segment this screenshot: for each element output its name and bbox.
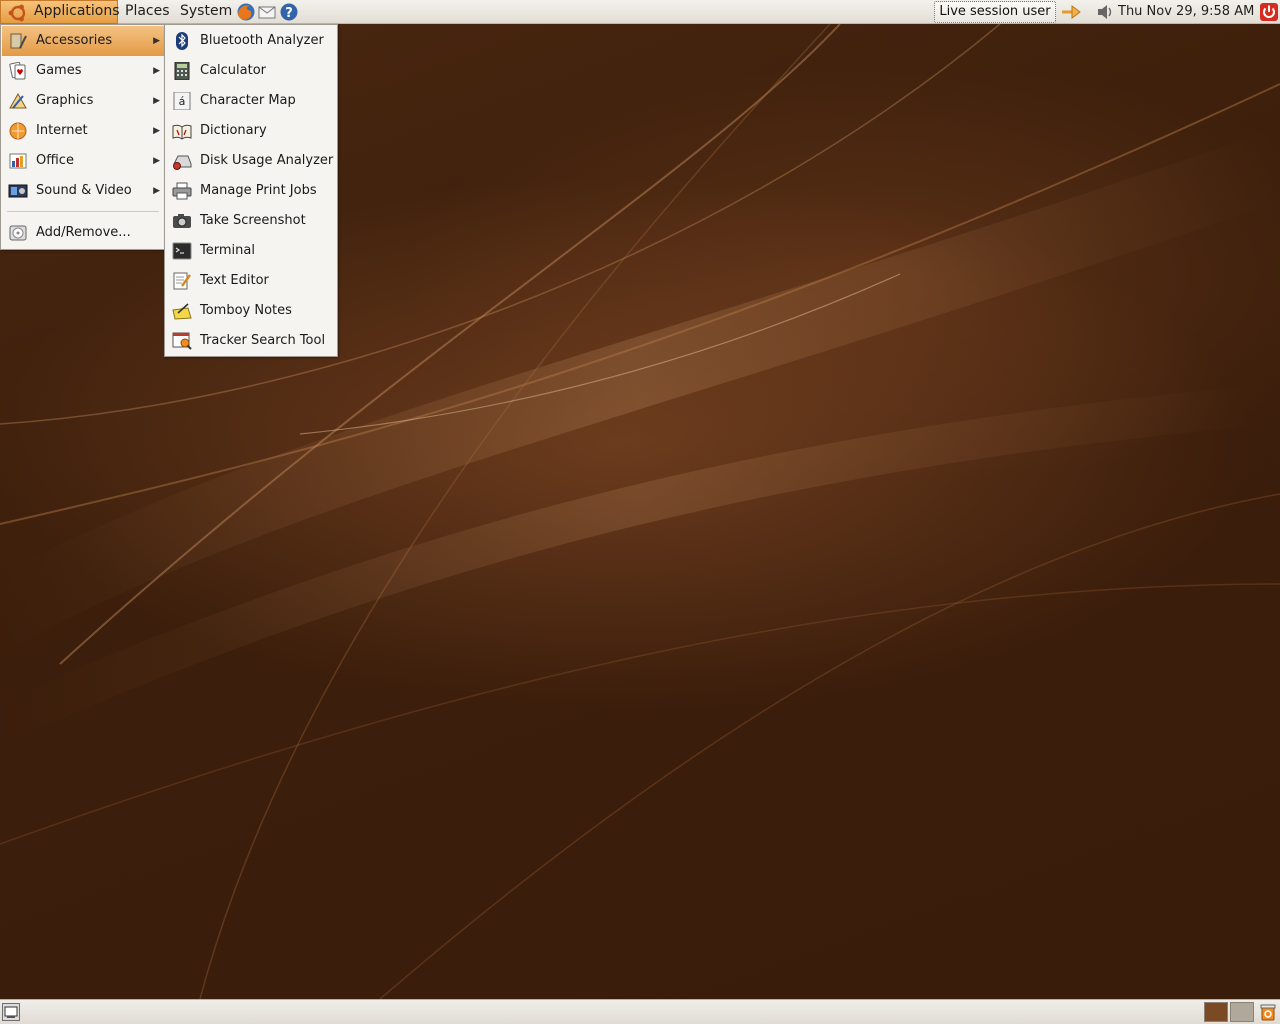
firefox-icon[interactable] xyxy=(236,2,256,22)
trash-icon[interactable] xyxy=(1259,1003,1277,1021)
menu-item-bluetooth-analyzer[interactable]: Bluetooth Analyzer xyxy=(166,26,337,56)
system-menu-label: System xyxy=(180,3,233,19)
office-icon xyxy=(9,153,27,169)
applications-menu-button[interactable]: Applications xyxy=(0,0,120,24)
places-menu-label: Places xyxy=(125,3,170,19)
camera-icon xyxy=(173,214,191,228)
printer-icon xyxy=(172,182,192,200)
svg-text:á: á xyxy=(179,95,186,108)
menu-item-label: Games xyxy=(36,63,82,78)
menu-item-label: Manage Print Jobs xyxy=(200,183,317,198)
menu-item-tracker-search-tool[interactable]: Tracker Search Tool xyxy=(166,326,337,356)
menu-item-add-remove[interactable]: Add/Remove... xyxy=(2,218,164,248)
menu-item-games[interactable]: ♥ Games ▶ xyxy=(2,56,164,86)
text-editor-icon xyxy=(173,272,191,290)
menu-item-label: Calculator xyxy=(200,63,267,78)
menu-item-label: Text Editor xyxy=(200,273,269,288)
top-panel: Applications Places System ? Live sessio… xyxy=(0,0,1280,24)
menu-item-label: Tracker Search Tool xyxy=(200,333,326,348)
graphics-icon xyxy=(9,92,27,109)
tomboy-icon xyxy=(172,303,192,320)
menu-item-label: Office xyxy=(36,153,74,168)
menu-item-calculator[interactable]: Calculator xyxy=(166,56,337,86)
submenu-arrow-icon: ▶ xyxy=(153,186,160,196)
menu-item-label: Internet xyxy=(36,123,88,138)
system-menu-button[interactable]: System xyxy=(173,0,239,24)
menu-item-label: Disk Usage Analyzer xyxy=(200,153,334,168)
bluetooth-icon xyxy=(176,32,188,50)
menu-item-office[interactable]: Office ▶ xyxy=(2,146,164,176)
workspace-2[interactable] xyxy=(1230,1002,1254,1022)
user-switcher-label: Live session user xyxy=(939,4,1051,19)
menu-item-internet[interactable]: Internet ▶ xyxy=(2,116,164,146)
disk-usage-icon xyxy=(173,155,192,170)
applications-menu-label: Applications xyxy=(34,3,120,19)
menu-item-dictionary[interactable]: Dictionary xyxy=(166,116,337,146)
menu-item-tomboy-notes[interactable]: Tomboy Notes xyxy=(166,296,337,326)
submenu-arrow-icon: ▶ xyxy=(153,66,160,76)
submenu-arrow-icon: ▶ xyxy=(153,96,160,106)
calculator-icon xyxy=(174,62,190,80)
clock-label: Thu Nov 29, 9:58 AM xyxy=(1118,4,1255,19)
sound-video-icon xyxy=(8,184,28,198)
user-switcher[interactable]: Live session user xyxy=(934,1,1056,23)
submenu-arrow-icon: ▶ xyxy=(153,126,160,136)
menu-item-label: Accessories xyxy=(36,33,113,48)
menu-item-sound-video[interactable]: Sound & Video ▶ xyxy=(2,176,164,206)
network-manager-icon[interactable] xyxy=(1060,3,1082,21)
evolution-mail-icon[interactable] xyxy=(257,2,277,22)
games-icon: ♥ xyxy=(9,62,26,80)
menu-item-label: Sound & Video xyxy=(36,183,132,198)
menu-item-disk-usage-analyzer[interactable]: Disk Usage Analyzer xyxy=(166,146,337,176)
accessories-icon xyxy=(10,33,27,49)
menu-item-label: Add/Remove... xyxy=(36,225,131,240)
menu-item-label: Tomboy Notes xyxy=(200,303,292,318)
menu-item-accessories[interactable]: Accessories ▶ xyxy=(2,26,164,56)
menu-item-label: Bluetooth Analyzer xyxy=(200,33,324,48)
character-map-icon: á xyxy=(173,92,191,110)
menu-item-text-editor[interactable]: Text Editor xyxy=(166,266,337,296)
menu-separator xyxy=(7,211,159,212)
add-remove-icon xyxy=(9,225,27,241)
submenu-arrow-icon: ▶ xyxy=(153,156,160,166)
accessories-submenu: Bluetooth Analyzer Calculator á Characte… xyxy=(164,24,338,357)
menu-item-graphics[interactable]: Graphics ▶ xyxy=(2,86,164,116)
volume-icon[interactable] xyxy=(1096,4,1114,20)
menu-item-label: Dictionary xyxy=(200,123,267,138)
internet-icon xyxy=(9,122,27,140)
menu-item-label: Character Map xyxy=(200,93,296,108)
places-menu-button[interactable]: Places xyxy=(118,0,177,24)
workspace-1[interactable] xyxy=(1204,1002,1228,1022)
ubuntu-logo-icon xyxy=(8,4,26,22)
svg-text:♥: ♥ xyxy=(16,68,23,77)
show-desktop-button[interactable] xyxy=(2,1003,20,1021)
terminal-icon xyxy=(172,242,192,260)
clock[interactable]: Thu Nov 29, 9:58 AM xyxy=(1118,0,1254,24)
bottom-panel xyxy=(0,999,1280,1024)
menu-item-label: Graphics xyxy=(36,93,94,108)
menu-item-label: Terminal xyxy=(200,243,255,258)
dictionary-icon xyxy=(172,124,192,140)
menu-item-manage-print-jobs[interactable]: Manage Print Jobs xyxy=(166,176,337,206)
menu-item-character-map[interactable]: á Character Map xyxy=(166,86,337,116)
power-icon[interactable] xyxy=(1259,2,1279,22)
help-icon[interactable]: ? xyxy=(279,2,299,22)
menu-item-take-screenshot[interactable]: Take Screenshot xyxy=(166,206,337,236)
menu-item-terminal[interactable]: Terminal xyxy=(166,236,337,266)
show-desktop-icon xyxy=(4,1006,18,1018)
applications-menu: Accessories ▶ ♥ Games ▶ Graphics ▶ Inter… xyxy=(0,24,165,250)
submenu-arrow-icon: ▶ xyxy=(153,36,160,46)
tracker-search-icon xyxy=(172,332,192,350)
svg-text:?: ? xyxy=(285,6,293,21)
menu-item-label: Take Screenshot xyxy=(200,213,306,228)
